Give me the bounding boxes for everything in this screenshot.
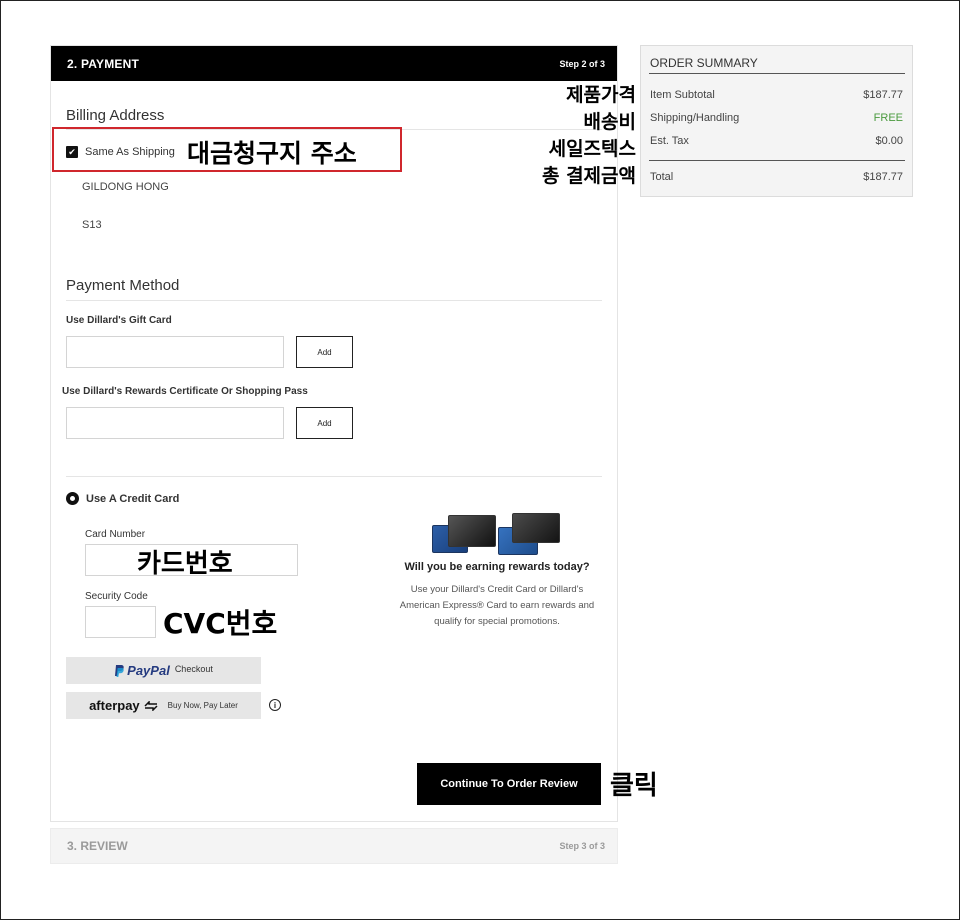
gift-card-add-button[interactable]: Add — [296, 336, 353, 368]
payment-step: Step 2 of 3 — [559, 58, 605, 69]
paypal-brand: PayPal — [127, 663, 170, 678]
annotation-total-amount: 총 결제금액 — [541, 165, 636, 187]
payment-method-divider — [66, 300, 602, 301]
checkbox-checked-icon[interactable]: ✔ — [66, 146, 78, 158]
order-summary-title-divider — [649, 73, 905, 74]
review-panel[interactable]: 3. REVIEW Step 3 of 3 — [50, 828, 618, 864]
annotation-sales-tax: 세일즈텍스 — [548, 138, 636, 160]
card-image-4 — [512, 513, 560, 543]
payment-title: 2. PAYMENT — [67, 56, 140, 71]
paypal-checkout-button[interactable]: PayPal Checkout — [66, 657, 261, 684]
credit-card-option[interactable]: Use A Credit Card — [66, 492, 179, 505]
annotation-cvc: CVC번호 — [163, 607, 278, 640]
card-image-2 — [448, 515, 496, 547]
summary-row-shipping: Shipping/Handling FREE — [650, 112, 903, 124]
afterpay-brand: afterpay — [89, 698, 140, 713]
annotation-item-price: 제품가격 — [566, 84, 636, 106]
continue-to-order-review-button[interactable]: Continue To Order Review — [417, 763, 601, 805]
gift-card-input[interactable] — [66, 336, 284, 368]
summary-value: $0.00 — [875, 135, 903, 147]
security-code-input[interactable] — [85, 606, 156, 638]
summary-total-value: $187.77 — [863, 171, 903, 183]
rewards-add-button[interactable]: Add — [296, 407, 353, 439]
credit-divider — [66, 476, 602, 477]
rewards-label: Use Dillard's Rewards Certificate Or Sho… — [62, 386, 308, 397]
payment-method-title: Payment Method — [66, 277, 180, 294]
afterpay-text: Buy Now, Pay Later — [167, 701, 238, 710]
summary-value: $187.77 — [863, 89, 903, 101]
address-line: S13 — [82, 219, 102, 231]
payment-header: 2. PAYMENT Step 2 of 3 — [51, 46, 617, 81]
annotation-card-number: 카드번호 — [137, 549, 233, 579]
review-title: 3. REVIEW — [67, 839, 128, 853]
info-icon[interactable]: i — [269, 699, 281, 711]
card-number-label: Card Number — [85, 529, 146, 540]
summary-total-label: Total — [650, 171, 674, 183]
rewards-input[interactable] — [66, 407, 284, 439]
afterpay-arrows-icon — [144, 700, 158, 711]
summary-label: Shipping/Handling — [650, 112, 740, 124]
paypal-icon — [115, 664, 124, 677]
rewards-promo-text: Use your Dillard's Credit Card or Dillar… — [399, 584, 595, 627]
order-summary-total-divider — [649, 160, 905, 161]
order-summary-title: ORDER SUMMARY — [650, 56, 758, 70]
summary-row-subtotal: Item Subtotal $187.77 — [650, 89, 903, 101]
afterpay-button[interactable]: afterpay Buy Now, Pay Later — [66, 692, 261, 719]
annotation-shipping: 배송비 — [583, 111, 636, 133]
same-as-shipping-label: Same As Shipping — [85, 146, 175, 158]
summary-row-total: Total $187.77 — [650, 171, 903, 183]
summary-label: Est. Tax — [650, 135, 689, 147]
summary-label: Item Subtotal — [650, 89, 715, 101]
summary-row-tax: Est. Tax $0.00 — [650, 135, 903, 147]
credit-card-option-label: Use A Credit Card — [86, 492, 180, 505]
same-as-shipping-row[interactable]: ✔ Same As Shipping — [66, 146, 175, 158]
rewards-promo-title: Will you be earning rewards today? — [404, 561, 590, 573]
review-step: Step 3 of 3 — [559, 841, 605, 851]
gift-card-label: Use Dillard's Gift Card — [66, 315, 172, 326]
order-summary-panel: ORDER SUMMARY Item Subtotal $187.77 Ship… — [640, 45, 913, 197]
security-code-label: Security Code — [85, 591, 148, 602]
radio-selected-icon[interactable] — [66, 492, 79, 505]
billing-address-title: Billing Address — [66, 107, 165, 124]
annotation-click: 클릭 — [610, 771, 658, 801]
paypal-checkout-text: Checkout — [174, 663, 213, 674]
annotation-billing-address: 대금청구지 주소 — [187, 139, 357, 168]
summary-value-free: FREE — [873, 112, 903, 124]
credit-cards-image — [432, 513, 562, 555]
address-name: GILDONG HONG — [82, 181, 169, 193]
